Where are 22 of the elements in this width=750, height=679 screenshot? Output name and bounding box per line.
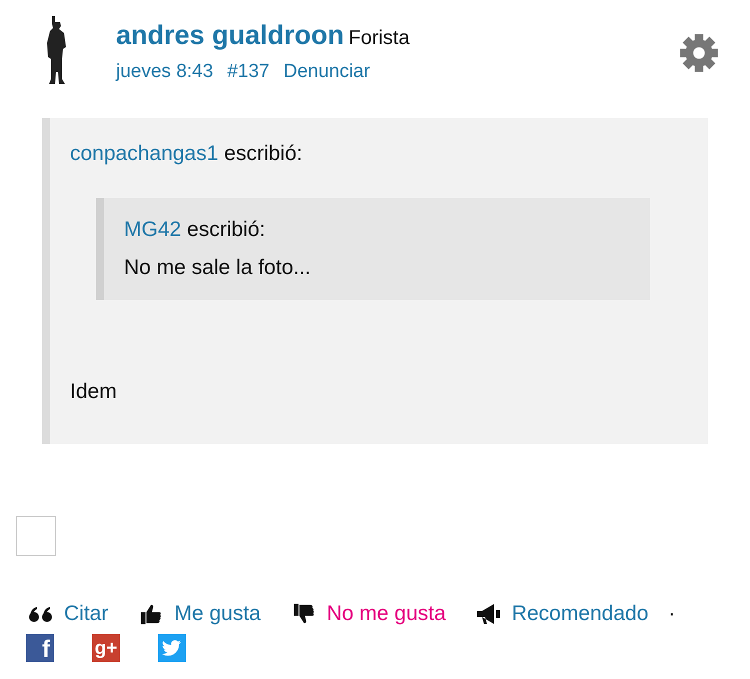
quote-verb: escribió: <box>224 142 302 165</box>
quote-button[interactable]: Citar <box>28 602 108 626</box>
quote-text: No me sale la foto... <box>124 256 312 280</box>
bird-share-button[interactable] <box>158 634 186 662</box>
dislike-button[interactable]: No me gusta <box>290 602 446 626</box>
megaphone-icon <box>476 603 502 625</box>
checkbox[interactable] <box>16 516 56 556</box>
quoted-author[interactable]: MG42 <box>124 218 182 241</box>
quote-verb: escribió: <box>187 218 266 241</box>
google-plus-share-button[interactable]: g+ <box>92 634 120 662</box>
like-button[interactable]: Me gusta <box>138 602 261 626</box>
reply-text: Idem <box>70 380 118 404</box>
facebook-share-button[interactable]: f <box>26 634 54 662</box>
report-link[interactable]: Denunciar <box>283 61 370 83</box>
author-name[interactable]: andres gualdroon <box>116 20 344 50</box>
quoted-author[interactable]: conpachangas1 <box>70 142 218 165</box>
recommend-button[interactable]: Recomendado <box>476 602 648 626</box>
post-time[interactable]: jueves 8:43 <box>116 61 214 83</box>
settings-icon[interactable] <box>678 32 720 74</box>
separator-dot: · <box>668 602 676 626</box>
user-rank: Forista <box>348 27 410 49</box>
post-number[interactable]: #137 <box>227 61 270 83</box>
